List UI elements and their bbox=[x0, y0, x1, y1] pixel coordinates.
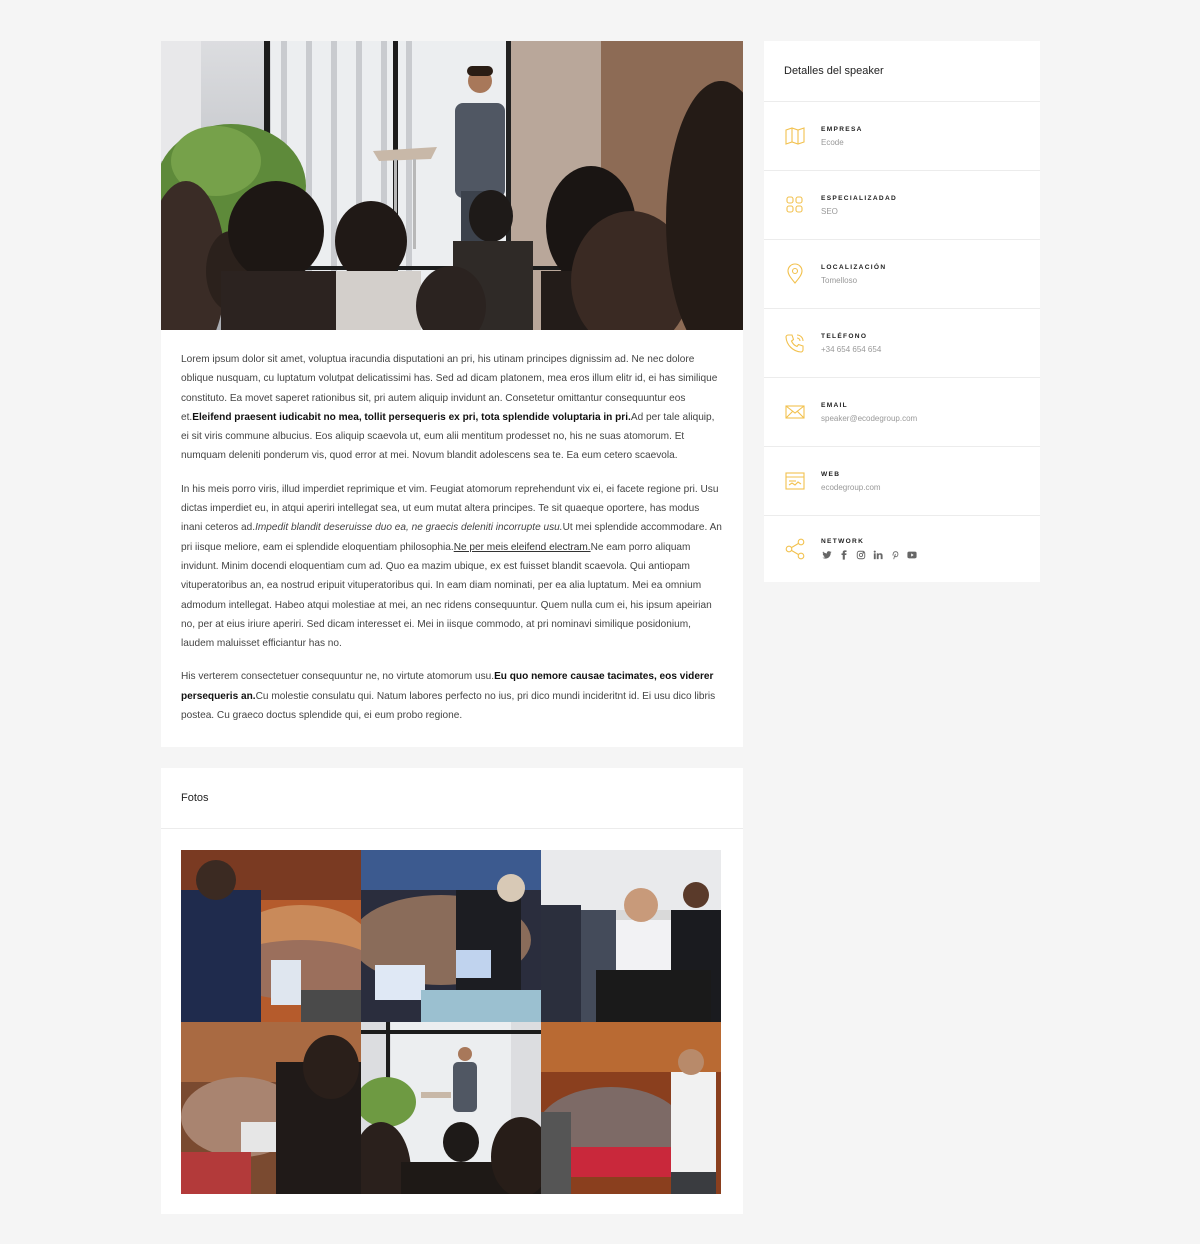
grid-icon bbox=[784, 194, 806, 216]
detail-value: ecodegroup.com bbox=[821, 482, 881, 492]
envelope-icon bbox=[784, 401, 806, 423]
detail-label: Web bbox=[821, 470, 841, 478]
gallery-photo[interactable] bbox=[361, 850, 541, 1023]
gallery-photo[interactable] bbox=[541, 1022, 721, 1195]
pinterest-icon[interactable] bbox=[889, 550, 900, 561]
detail-value: speaker@ecodegroup.com bbox=[821, 413, 918, 423]
detail-empresa: Empresa Ecode bbox=[764, 102, 1040, 171]
detail-email: Email speaker@ecodegroup.com bbox=[764, 378, 1040, 447]
social-links bbox=[821, 550, 917, 561]
main-column: Lorem ipsum dolor sit amet, voluptua ira… bbox=[161, 41, 743, 1215]
twitter-icon[interactable] bbox=[821, 550, 832, 561]
article-paragraph: Lorem ipsum dolor sit amet, voluptua ira… bbox=[181, 350, 723, 466]
detail-label: Network bbox=[821, 537, 865, 545]
detail-label: Teléfono bbox=[821, 332, 868, 340]
photos-card: Fotos bbox=[161, 768, 743, 1215]
browser-icon bbox=[784, 470, 806, 492]
inline-link[interactable]: Ne per meis eleifend electram. bbox=[454, 542, 591, 553]
detail-value: Ecode bbox=[821, 137, 844, 147]
gallery-photo[interactable] bbox=[361, 1022, 541, 1195]
facebook-icon[interactable] bbox=[838, 550, 849, 561]
photo-gallery bbox=[161, 829, 743, 1214]
detail-web: Web ecodegroup.com bbox=[764, 447, 1040, 516]
detail-value: +34 654 654 654 bbox=[821, 344, 882, 354]
speaker-details-card: Detalles del speaker Empresa Ecode Espec… bbox=[764, 41, 1040, 582]
location-pin-icon bbox=[784, 263, 806, 285]
hero-image bbox=[161, 41, 743, 330]
linkedin-icon[interactable] bbox=[872, 550, 883, 561]
photos-title: Fotos bbox=[181, 792, 209, 805]
gallery-photo[interactable] bbox=[541, 850, 721, 1023]
detail-label: Especializadad bbox=[821, 194, 898, 202]
article-body: Lorem ipsum dolor sit amet, voluptua ira… bbox=[161, 330, 743, 748]
detail-telefono: Teléfono +34 654 654 654 bbox=[764, 309, 1040, 378]
detail-localizacion: Localización Tomelloso bbox=[764, 240, 1040, 309]
detail-especializadad: Especializadad SEO bbox=[764, 171, 1040, 240]
share-icon bbox=[784, 538, 806, 560]
instagram-icon[interactable] bbox=[855, 550, 866, 561]
article-paragraph: In his meis porro viris, illud imperdiet… bbox=[181, 480, 723, 654]
detail-label: Email bbox=[821, 401, 849, 409]
italic-text: Impedit blandit deseruisse duo ea, ne gr… bbox=[255, 522, 563, 534]
photos-header: Fotos bbox=[161, 768, 743, 830]
map-icon bbox=[784, 125, 806, 147]
detail-label: Localización bbox=[821, 263, 887, 271]
article-paragraph: His verterem consectetuer consequuntur n… bbox=[181, 667, 723, 725]
gallery-photo[interactable] bbox=[181, 1022, 361, 1195]
speaker-details-title: Detalles del speaker bbox=[784, 65, 884, 77]
text: His verterem consectetuer consequuntur n… bbox=[181, 671, 495, 683]
detail-network: Network bbox=[764, 516, 1040, 582]
bold-text: Eleifend praesent iudicabit no mea, toll… bbox=[192, 411, 631, 423]
gallery-photo[interactable] bbox=[181, 850, 361, 1023]
speaker-details-header: Detalles del speaker bbox=[764, 41, 1040, 102]
detail-value: SEO bbox=[821, 206, 838, 216]
detail-value: Tomelloso bbox=[821, 275, 858, 285]
text: Ne eam porro aliquam invidunt. Minim doc… bbox=[181, 541, 712, 650]
phone-icon bbox=[784, 332, 806, 354]
detail-label: Empresa bbox=[821, 125, 863, 133]
text: Cu molestie consulatu qui. Natum labores… bbox=[181, 690, 716, 722]
youtube-icon[interactable] bbox=[906, 550, 917, 561]
